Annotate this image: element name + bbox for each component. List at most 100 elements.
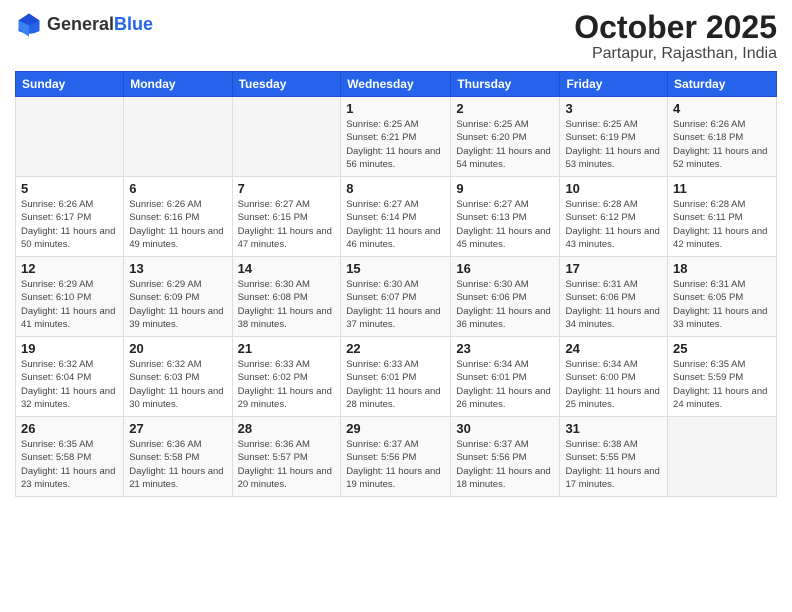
logo-icon — [15, 10, 43, 38]
calendar-table: Sunday Monday Tuesday Wednesday Thursday… — [15, 71, 777, 497]
day-info: Sunrise: 6:32 AM Sunset: 6:04 PM Dayligh… — [21, 358, 118, 411]
logo: GeneralBlue — [15, 10, 153, 38]
table-row: 7 Sunrise: 6:27 AM Sunset: 6:15 PM Daylig… — [232, 177, 341, 257]
month-title: October 2025 — [574, 10, 777, 45]
day-number: 21 — [238, 341, 336, 356]
day-info: Sunrise: 6:27 AM Sunset: 6:15 PM Dayligh… — [238, 198, 336, 251]
day-number: 7 — [238, 181, 336, 196]
table-row: 4 Sunrise: 6:26 AM Sunset: 6:18 PM Daylig… — [668, 97, 777, 177]
page: GeneralBlue October 2025 Partapur, Rajas… — [0, 0, 792, 612]
day-number: 27 — [129, 421, 226, 436]
table-row: 10 Sunrise: 6:28 AM Sunset: 6:12 PM Dayli… — [560, 177, 668, 257]
table-row: 18 Sunrise: 6:31 AM Sunset: 6:05 PM Dayli… — [668, 257, 777, 337]
day-number: 16 — [456, 261, 554, 276]
calendar-header-row: Sunday Monday Tuesday Wednesday Thursday… — [16, 72, 777, 97]
title-section: October 2025 Partapur, Rajasthan, India — [574, 10, 777, 63]
day-info: Sunrise: 6:30 AM Sunset: 6:07 PM Dayligh… — [346, 278, 445, 331]
day-number: 10 — [565, 181, 662, 196]
table-row: 16 Sunrise: 6:30 AM Sunset: 6:06 PM Dayli… — [451, 257, 560, 337]
day-number: 8 — [346, 181, 445, 196]
table-row: 17 Sunrise: 6:31 AM Sunset: 6:06 PM Dayli… — [560, 257, 668, 337]
day-number: 4 — [673, 101, 771, 116]
day-info: Sunrise: 6:30 AM Sunset: 6:08 PM Dayligh… — [238, 278, 336, 331]
calendar-week-row: 12 Sunrise: 6:29 AM Sunset: 6:10 PM Dayli… — [16, 257, 777, 337]
table-row: 13 Sunrise: 6:29 AM Sunset: 6:09 PM Dayli… — [124, 257, 232, 337]
day-info: Sunrise: 6:37 AM Sunset: 5:56 PM Dayligh… — [346, 438, 445, 491]
day-info: Sunrise: 6:32 AM Sunset: 6:03 PM Dayligh… — [129, 358, 226, 411]
col-thursday: Thursday — [451, 72, 560, 97]
day-number: 11 — [673, 181, 771, 196]
day-number: 3 — [565, 101, 662, 116]
table-row: 27 Sunrise: 6:36 AM Sunset: 5:58 PM Dayli… — [124, 417, 232, 497]
day-info: Sunrise: 6:31 AM Sunset: 6:05 PM Dayligh… — [673, 278, 771, 331]
day-number: 13 — [129, 261, 226, 276]
table-row: 24 Sunrise: 6:34 AM Sunset: 6:00 PM Dayli… — [560, 337, 668, 417]
day-number: 22 — [346, 341, 445, 356]
calendar-week-row: 1Sunrise: 6:25 AM Sunset: 6:21 PM Daylig… — [16, 97, 777, 177]
day-number: 12 — [21, 261, 118, 276]
day-info: Sunrise: 6:30 AM Sunset: 6:06 PM Dayligh… — [456, 278, 554, 331]
table-row: 1Sunrise: 6:25 AM Sunset: 6:21 PM Daylig… — [341, 97, 451, 177]
table-row: 22 Sunrise: 6:33 AM Sunset: 6:01 PM Dayli… — [341, 337, 451, 417]
day-info: Sunrise: 6:27 AM Sunset: 6:13 PM Dayligh… — [456, 198, 554, 251]
day-info: Sunrise: 6:35 AM Sunset: 5:59 PM Dayligh… — [673, 358, 771, 411]
day-number: 29 — [346, 421, 445, 436]
table-row: 8 Sunrise: 6:27 AM Sunset: 6:14 PM Daylig… — [341, 177, 451, 257]
day-info: Sunrise: 6:26 AM Sunset: 6:16 PM Dayligh… — [129, 198, 226, 251]
table-row — [124, 97, 232, 177]
col-saturday: Saturday — [668, 72, 777, 97]
table-row: 15 Sunrise: 6:30 AM Sunset: 6:07 PM Dayli… — [341, 257, 451, 337]
day-number: 1 — [346, 101, 445, 116]
day-number: 20 — [129, 341, 226, 356]
day-number: 9 — [456, 181, 554, 196]
table-row: 29 Sunrise: 6:37 AM Sunset: 5:56 PM Dayli… — [341, 417, 451, 497]
day-info: Sunrise: 6:28 AM Sunset: 6:11 PM Dayligh… — [673, 198, 771, 251]
col-sunday: Sunday — [16, 72, 124, 97]
table-row: 9 Sunrise: 6:27 AM Sunset: 6:13 PM Daylig… — [451, 177, 560, 257]
day-info: Sunrise: 6:27 AM Sunset: 6:14 PM Dayligh… — [346, 198, 445, 251]
day-info: Sunrise: 6:31 AM Sunset: 6:06 PM Dayligh… — [565, 278, 662, 331]
day-info: Sunrise: 6:33 AM Sunset: 6:01 PM Dayligh… — [346, 358, 445, 411]
table-row: 3 Sunrise: 6:25 AM Sunset: 6:19 PM Daylig… — [560, 97, 668, 177]
day-number: 17 — [565, 261, 662, 276]
day-number: 18 — [673, 261, 771, 276]
day-number: 14 — [238, 261, 336, 276]
day-info: Sunrise: 6:26 AM Sunset: 6:18 PM Dayligh… — [673, 118, 771, 171]
day-number: 5 — [21, 181, 118, 196]
day-info: Sunrise: 6:25 AM Sunset: 6:19 PM Dayligh… — [565, 118, 662, 171]
table-row: 11 Sunrise: 6:28 AM Sunset: 6:11 PM Dayli… — [668, 177, 777, 257]
table-row — [668, 417, 777, 497]
table-row: 5 Sunrise: 6:26 AM Sunset: 6:17 PM Daylig… — [16, 177, 124, 257]
day-info: Sunrise: 6:38 AM Sunset: 5:55 PM Dayligh… — [565, 438, 662, 491]
table-row: 6 Sunrise: 6:26 AM Sunset: 6:16 PM Daylig… — [124, 177, 232, 257]
day-number: 30 — [456, 421, 554, 436]
day-info: Sunrise: 6:34 AM Sunset: 6:00 PM Dayligh… — [565, 358, 662, 411]
day-info: Sunrise: 6:37 AM Sunset: 5:56 PM Dayligh… — [456, 438, 554, 491]
logo-text: GeneralBlue — [47, 14, 153, 35]
day-info: Sunrise: 6:29 AM Sunset: 6:10 PM Dayligh… — [21, 278, 118, 331]
day-info: Sunrise: 6:26 AM Sunset: 6:17 PM Dayligh… — [21, 198, 118, 251]
table-row: 19Sunrise: 6:32 AM Sunset: 6:04 PM Dayli… — [16, 337, 124, 417]
table-row: 20 Sunrise: 6:32 AM Sunset: 6:03 PM Dayli… — [124, 337, 232, 417]
col-tuesday: Tuesday — [232, 72, 341, 97]
day-info: Sunrise: 6:29 AM Sunset: 6:09 PM Dayligh… — [129, 278, 226, 331]
day-info: Sunrise: 6:36 AM Sunset: 5:58 PM Dayligh… — [129, 438, 226, 491]
day-info: Sunrise: 6:25 AM Sunset: 6:20 PM Dayligh… — [456, 118, 554, 171]
day-number: 6 — [129, 181, 226, 196]
table-row: 31Sunrise: 6:38 AM Sunset: 5:55 PM Dayli… — [560, 417, 668, 497]
day-number: 15 — [346, 261, 445, 276]
day-info: Sunrise: 6:28 AM Sunset: 6:12 PM Dayligh… — [565, 198, 662, 251]
calendar-week-row: 5 Sunrise: 6:26 AM Sunset: 6:17 PM Daylig… — [16, 177, 777, 257]
table-row: 28 Sunrise: 6:36 AM Sunset: 5:57 PM Dayli… — [232, 417, 341, 497]
day-info: Sunrise: 6:36 AM Sunset: 5:57 PM Dayligh… — [238, 438, 336, 491]
day-info: Sunrise: 6:35 AM Sunset: 5:58 PM Dayligh… — [21, 438, 118, 491]
location-title: Partapur, Rajasthan, India — [574, 45, 777, 63]
day-number: 25 — [673, 341, 771, 356]
table-row: 26 Sunrise: 6:35 AM Sunset: 5:58 PM Dayli… — [16, 417, 124, 497]
col-monday: Monday — [124, 72, 232, 97]
table-row: 21Sunrise: 6:33 AM Sunset: 6:02 PM Dayli… — [232, 337, 341, 417]
day-number: 24 — [565, 341, 662, 356]
day-number: 28 — [238, 421, 336, 436]
header: GeneralBlue October 2025 Partapur, Rajas… — [15, 10, 777, 63]
day-number: 26 — [21, 421, 118, 436]
